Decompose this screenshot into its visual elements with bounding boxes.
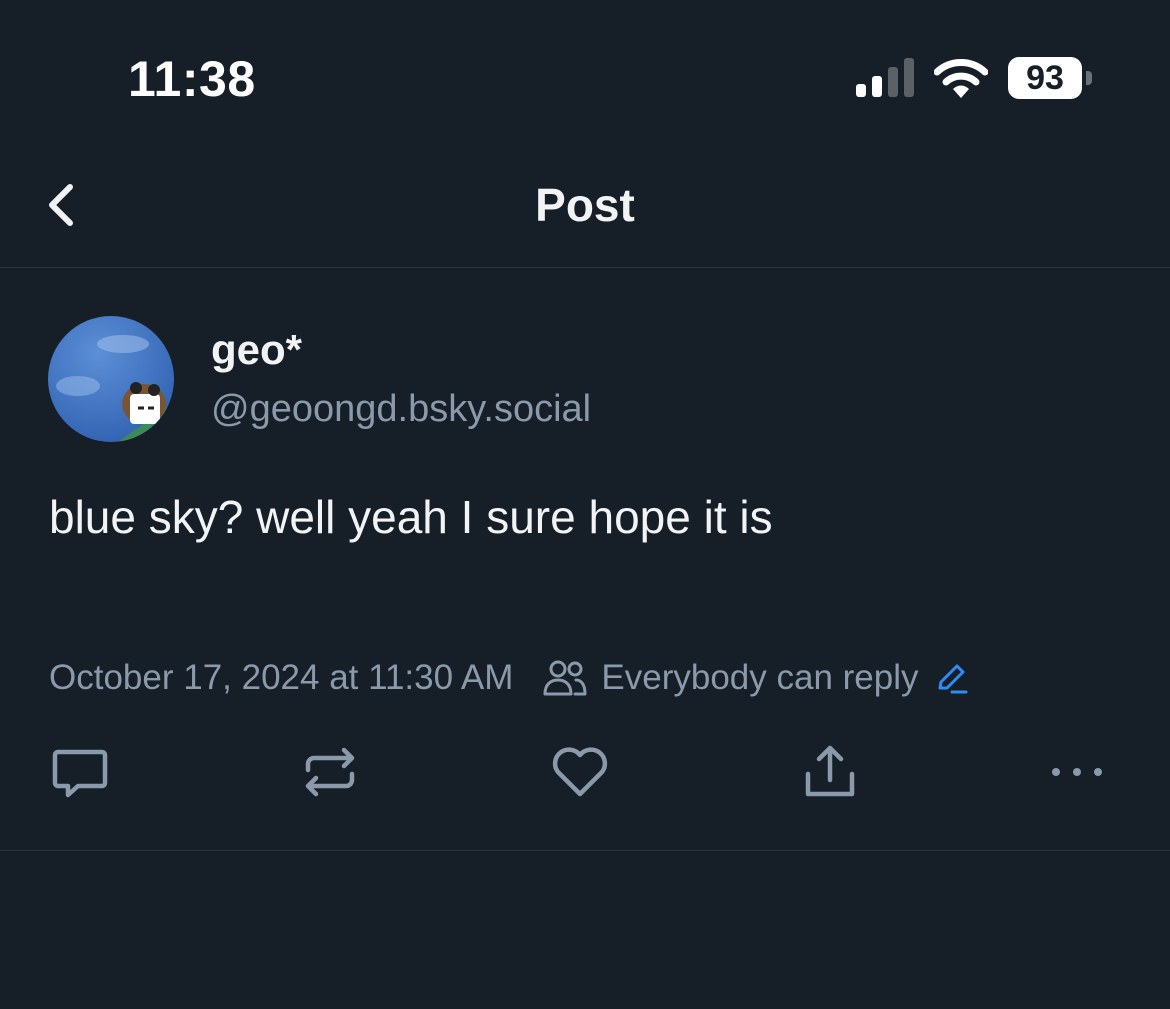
share-icon <box>805 745 855 797</box>
post-timestamp: October 17, 2024 at 11:30 AM <box>49 658 514 697</box>
more-icon <box>1052 768 1102 776</box>
like-button[interactable] <box>550 742 610 802</box>
battery-level: 93 <box>1026 59 1064 97</box>
battery-indicator: 93 <box>1008 57 1094 101</box>
status-bar: 11:38 93 <box>0 0 1170 150</box>
more-options-button[interactable] <box>1048 742 1108 802</box>
share-button[interactable] <box>800 742 860 802</box>
avatar[interactable] <box>48 316 174 442</box>
author-handle[interactable]: @geoongd.bsky.social <box>211 388 591 431</box>
repost-button[interactable] <box>300 742 360 802</box>
post-text: blue sky? well yeah I sure hope it is <box>49 491 773 543</box>
nav-header: Post <box>0 150 1170 268</box>
heart-icon <box>552 747 608 797</box>
reply-button[interactable] <box>50 742 110 802</box>
post-thread-item: geo* @geoongd.bsky.social blue sky? well… <box>0 268 1170 851</box>
post-screen: 11:38 93 Post geo* @geoongd.bsky.social … <box>0 0 1170 1009</box>
status-time: 11:38 <box>128 51 256 107</box>
post-actions <box>0 742 1170 802</box>
battery-cap <box>1086 71 1092 85</box>
author-display-name[interactable]: geo* <box>211 326 302 374</box>
cellular-signal-icon <box>856 58 914 97</box>
page-title: Post <box>535 179 635 231</box>
pencil-icon[interactable] <box>935 661 969 695</box>
post-meta: October 17, 2024 at 11:30 AM Everybody c… <box>49 656 969 700</box>
reply-setting[interactable]: Everybody can reply <box>601 658 918 698</box>
repost-icon <box>305 747 355 797</box>
avatar-image <box>48 316 174 442</box>
wifi-icon <box>934 59 988 98</box>
reply-icon <box>52 749 108 798</box>
people-icon <box>543 660 587 696</box>
